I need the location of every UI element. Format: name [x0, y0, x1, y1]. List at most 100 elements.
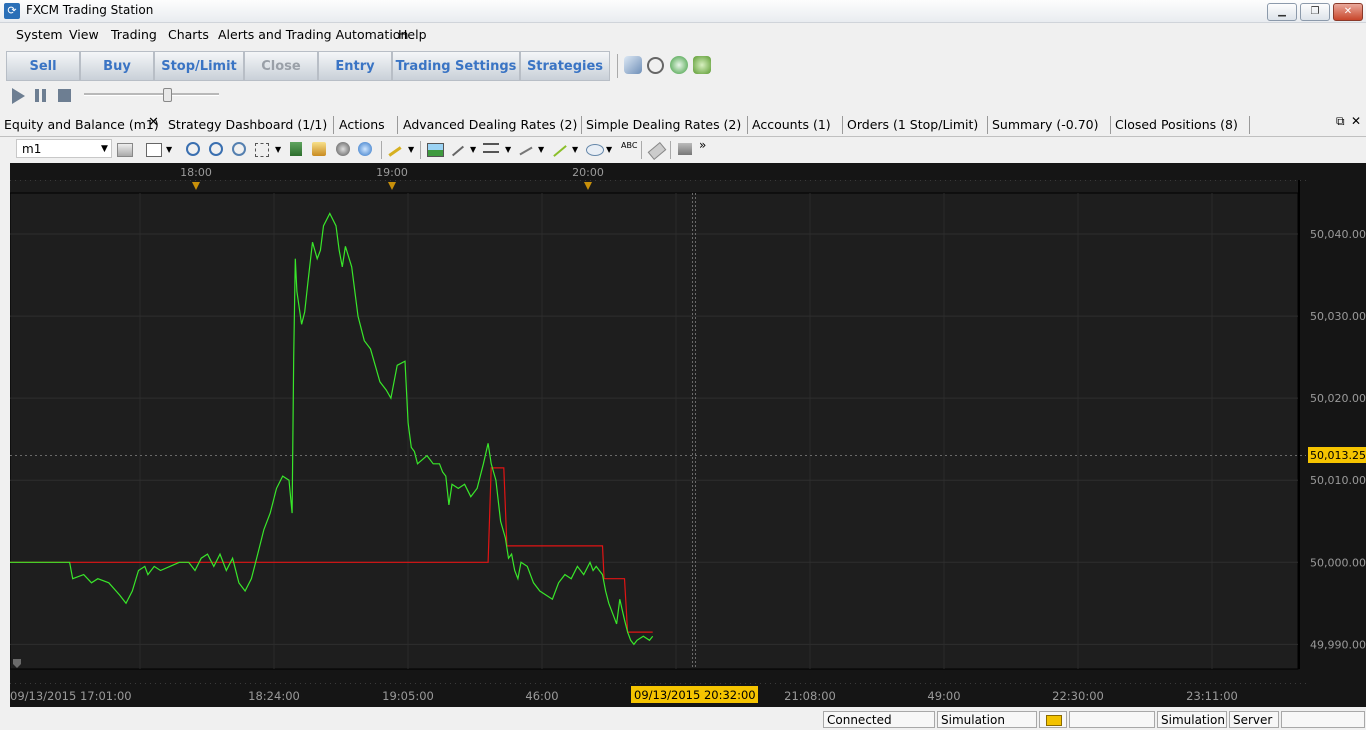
bottom-axis-label: 49:00 — [927, 689, 960, 703]
zoom-reset-icon[interactable] — [232, 142, 246, 156]
minimize-icon[interactable]: ▁ — [1267, 3, 1297, 21]
clock-icon[interactable] — [670, 56, 688, 74]
price-axis-label: 50,020.00 — [1310, 392, 1366, 405]
toolbar-divider — [617, 54, 618, 78]
status-empty-cell — [1281, 711, 1365, 728]
toolbar-divider — [381, 141, 382, 159]
close-position-button[interactable]: Close — [244, 51, 318, 81]
toolbar-divider — [420, 141, 421, 159]
chevron-down-icon[interactable]: ▼ — [275, 145, 281, 154]
bottom-axis-label: 23:11:00 — [1186, 689, 1238, 703]
timeframe-value: m1 — [22, 142, 42, 156]
top-time-axis — [10, 180, 1298, 193]
chevron-down-icon[interactable]: ▼ — [166, 145, 172, 154]
menu-system[interactable]: System — [16, 27, 63, 42]
chevron-down-icon[interactable]: ▼ — [408, 145, 414, 154]
stop-limit-button[interactable]: Stop/Limit — [154, 51, 244, 81]
tab-equity-and-balance[interactable]: Equity and Balance (m1) — [4, 117, 159, 132]
menu-trading[interactable]: Trading — [111, 27, 157, 42]
zoom-in-icon[interactable] — [186, 142, 200, 156]
connection-plug-icon[interactable] — [1039, 711, 1067, 728]
play-icon[interactable] — [12, 88, 25, 104]
bottom-axis-label: 19:05:00 — [382, 689, 434, 703]
tab-actions[interactable]: Actions — [339, 117, 385, 132]
ellipse-icon[interactable] — [586, 144, 604, 156]
speed-slider-thumb[interactable] — [163, 88, 172, 102]
bottom-axis-label: 18:24:00 — [248, 689, 300, 703]
scroll-to-end-icon[interactable] — [290, 142, 302, 156]
globe-icon[interactable] — [358, 142, 372, 156]
menu-alerts-automation[interactable]: Alerts and Trading Automation — [218, 27, 408, 42]
pause-icon[interactable] — [35, 89, 48, 102]
sell-button[interactable]: Sell — [6, 51, 80, 81]
tab-simple-dealing-rates[interactable]: Simple Dealing Rates (2) — [586, 117, 741, 132]
toolbar-divider — [670, 141, 671, 159]
lock-icon[interactable] — [312, 142, 326, 156]
float-panel-icon[interactable]: ⧉ — [1336, 114, 1345, 129]
chevron-down-icon[interactable]: ▼ — [505, 145, 511, 154]
price-axis-label: 50,040.00 — [1310, 228, 1366, 241]
entry-button[interactable]: Entry — [318, 51, 392, 81]
top-axis-label: 20:00 — [572, 166, 604, 179]
tab-orders[interactable]: Orders (1 Stop/Limit) — [847, 117, 978, 132]
tab-separator — [333, 116, 334, 134]
tab-accounts[interactable]: Accounts (1) — [752, 117, 831, 132]
timeframe-select[interactable]: m1 ▼ — [16, 139, 112, 158]
close-icon[interactable]: ✕ — [1333, 3, 1363, 21]
picture-icon[interactable] — [427, 143, 444, 157]
tab-separator — [747, 116, 748, 134]
tab-advanced-dealing-rates[interactable]: Advanced Dealing Rates (2) — [403, 117, 577, 132]
strategies-button[interactable]: Strategies — [520, 51, 610, 81]
top-axis-label: 18:00 — [180, 166, 212, 179]
refresh-icon[interactable] — [647, 57, 664, 74]
status-empty-cell — [1069, 711, 1155, 728]
speed-slider-track[interactable] — [84, 93, 219, 96]
zoom-out-icon[interactable] — [209, 142, 223, 156]
chevron-down-icon[interactable]: ▼ — [470, 145, 476, 154]
chart-canvas[interactable]: 18:00 19:00 20:00 50,040.00 50,030.00 50,0… — [9, 163, 1366, 707]
menu-charts[interactable]: Charts — [168, 27, 209, 42]
toolbar-divider — [641, 141, 642, 159]
tab-separator — [842, 116, 843, 134]
top-axis-label: 19:00 — [376, 166, 408, 179]
chevron-down-icon[interactable]: ▼ — [606, 145, 612, 154]
price-axis-label: 50,000.00 — [1310, 556, 1366, 569]
tab-separator — [1110, 116, 1111, 134]
menu-view[interactable]: View — [69, 27, 99, 42]
close-panel-icon[interactable]: ✕ — [1351, 114, 1361, 128]
tab-close-icon[interactable]: ✕ — [148, 115, 159, 130]
stop-icon[interactable] — [58, 89, 71, 102]
chevron-down-icon: ▼ — [101, 144, 108, 154]
chart-window-icon[interactable] — [624, 56, 642, 74]
text-label-icon[interactable]: ABC — [620, 141, 637, 157]
gears-icon[interactable] — [693, 56, 711, 74]
tab-strategy-dashboard[interactable]: Strategy Dashboard (1/1) — [168, 117, 327, 132]
more-tools-icon[interactable]: » — [699, 138, 706, 152]
tab-separator — [987, 116, 988, 134]
fxcm-logo-icon: ⟳ — [4, 3, 20, 19]
trading-settings-button[interactable]: Trading Settings — [392, 51, 520, 81]
buy-button[interactable]: Buy — [80, 51, 154, 81]
chevron-down-icon[interactable]: ▼ — [572, 145, 578, 154]
tab-closed-positions[interactable]: Closed Positions (8) — [1115, 117, 1238, 132]
eye-icon[interactable] — [336, 142, 350, 156]
chart-properties-icon[interactable] — [117, 143, 133, 157]
menu-help[interactable]: Help — [398, 27, 427, 42]
restore-icon[interactable]: ❐ — [1300, 3, 1330, 21]
hierarchy-icon[interactable] — [678, 143, 692, 155]
current-value-label: 50,013.25 — [1310, 449, 1366, 462]
tab-bar: Equity and Balance (m1) ✕ Strategy Dashb… — [0, 113, 1366, 137]
indicator-icon[interactable] — [146, 143, 162, 157]
horizontal-lines-icon[interactable] — [483, 143, 499, 153]
server-type: Simulation — [1157, 711, 1227, 728]
price-axis-divider — [1298, 180, 1300, 669]
cursor-time-label: 09/13/2015 20:32:00 — [634, 688, 756, 702]
chevron-down-icon[interactable]: ▼ — [538, 145, 544, 154]
server-label: Server — [1229, 711, 1279, 728]
price-axis-label: 50,030.00 — [1310, 310, 1366, 323]
tab-summary[interactable]: Summary (-0.70) — [992, 117, 1098, 132]
menu-bar: System View Trading Charts Alerts and Tr… — [0, 24, 1366, 46]
equity-balance-chart[interactable]: 18:00 19:00 20:00 50,040.00 50,030.00 50,0… — [9, 163, 1366, 707]
bottom-axis-label: 46:00 — [525, 689, 558, 703]
zoom-area-icon[interactable] — [255, 143, 269, 157]
